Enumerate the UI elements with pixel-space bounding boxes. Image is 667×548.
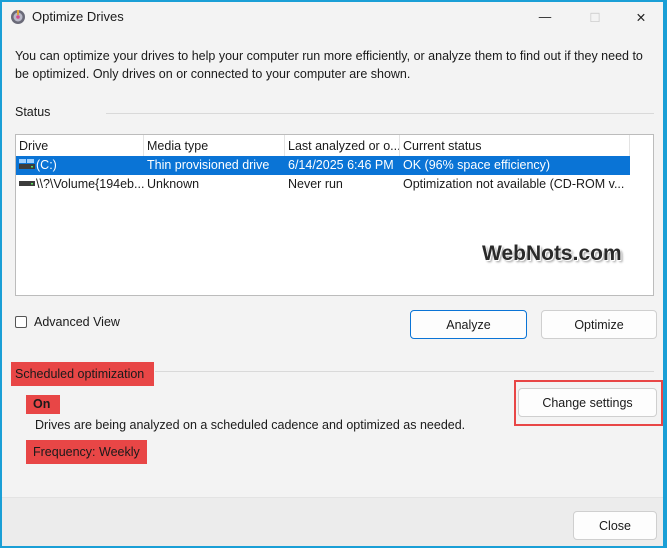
minimize-button[interactable]: — bbox=[522, 2, 568, 32]
close-button[interactable]: Close bbox=[573, 511, 657, 540]
schedule-description: Drives are being analyzed on a scheduled… bbox=[35, 418, 466, 432]
drive-list-header: Drive Media type Last analyzed or o... C… bbox=[16, 135, 653, 156]
description-text: You can optimize your drives to help you… bbox=[15, 49, 643, 81]
column-header-media-type[interactable]: Media type bbox=[144, 135, 285, 156]
dialog-footer bbox=[2, 497, 663, 546]
analyze-button[interactable]: Analyze bbox=[410, 310, 527, 339]
maximize-button[interactable]: ☐ bbox=[572, 2, 618, 32]
media-type-cell: Unknown bbox=[147, 177, 200, 191]
drive-list[interactable]: Drive Media type Last analyzed or o... C… bbox=[15, 134, 654, 296]
close-window-button[interactable]: ✕ bbox=[618, 2, 664, 32]
drive-cell: (C:) bbox=[16, 156, 144, 175]
last-analyzed-cell: 6/14/2025 6:46 PM bbox=[288, 158, 394, 172]
optimize-button[interactable]: Optimize bbox=[541, 310, 657, 339]
title-bar[interactable]: Optimize Drives — ☐ ✕ bbox=[2, 2, 663, 32]
column-header-last-analyzed[interactable]: Last analyzed or o... bbox=[285, 135, 400, 156]
drive-name: (C:) bbox=[36, 158, 57, 172]
schedule-state-badge: On bbox=[26, 395, 60, 414]
drive-row-volume[interactable]: \\?\Volume{194eb... Unknown Never run Op… bbox=[16, 175, 653, 194]
scheduled-optimization-label: Scheduled optimization bbox=[11, 362, 154, 386]
media-type-cell: Thin provisioned drive bbox=[147, 158, 270, 172]
last-analyzed-cell: Never run bbox=[288, 177, 343, 191]
webnots-watermark: WebNots.com bbox=[482, 242, 622, 265]
current-status-cell: OK (96% space efficiency) bbox=[403, 158, 551, 172]
schedule-frequency: Frequency: Weekly bbox=[26, 440, 147, 464]
drive-name: \\?\Volume{194eb... bbox=[36, 177, 144, 191]
advanced-view-label: Advanced View bbox=[34, 315, 120, 329]
window-title: Optimize Drives bbox=[32, 9, 124, 24]
optimize-drives-window: Optimize Drives — ☐ ✕ You can optimize y… bbox=[1, 1, 664, 546]
advanced-view-checkbox[interactable] bbox=[15, 316, 27, 328]
drive-icon bbox=[19, 181, 35, 186]
column-header-drive[interactable]: Drive bbox=[16, 135, 144, 156]
defrag-app-icon bbox=[11, 10, 25, 24]
change-settings-button[interactable]: Change settings bbox=[518, 388, 657, 417]
status-label: Status bbox=[15, 105, 51, 119]
scheduled-separator bbox=[155, 371, 654, 372]
drive-cell: \\?\Volume{194eb... bbox=[16, 175, 144, 194]
advanced-view-toggle[interactable]: Advanced View bbox=[15, 315, 120, 329]
drive-row-c[interactable]: (C:) Thin provisioned drive 6/14/2025 6:… bbox=[16, 156, 630, 175]
current-status-cell: Optimization not available (CD-ROM v... bbox=[403, 177, 625, 191]
status-separator bbox=[106, 113, 654, 114]
windows-drive-icon bbox=[19, 159, 35, 169]
column-header-current-status[interactable]: Current status bbox=[400, 135, 630, 156]
